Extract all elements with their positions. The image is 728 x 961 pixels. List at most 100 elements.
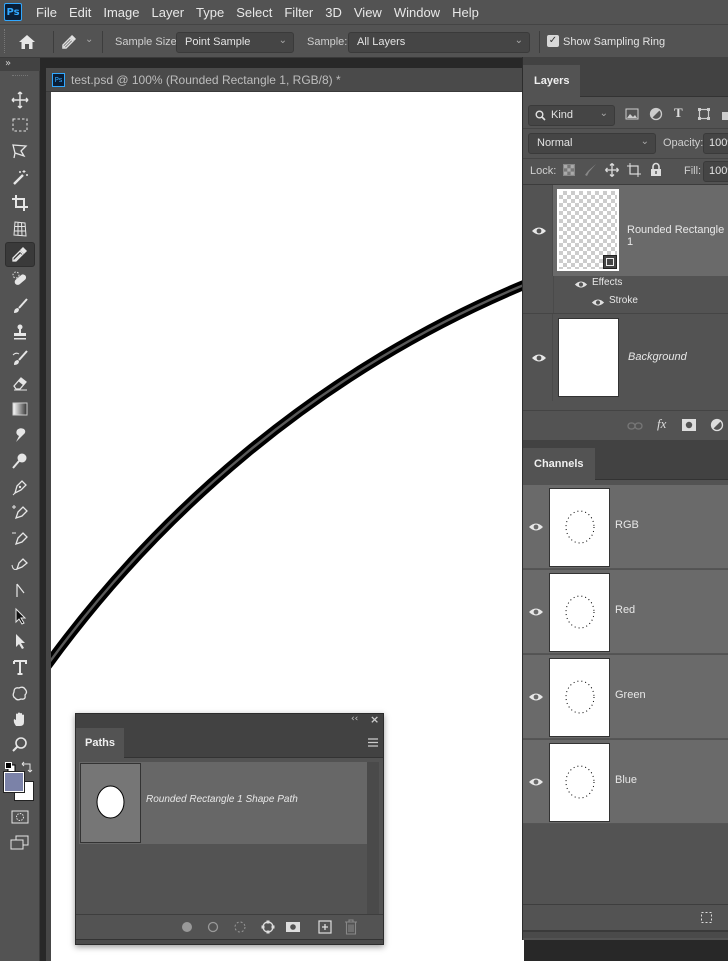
tool-perspective-crop[interactable] — [5, 216, 35, 241]
sample-size-select[interactable]: Point Sample ⌄ — [176, 32, 294, 53]
home-button[interactable] — [17, 33, 37, 54]
tool-brush[interactable] — [5, 293, 35, 318]
menu-edit[interactable]: Edit — [63, 5, 97, 20]
menu-image[interactable]: Image — [97, 5, 145, 20]
layer-row-background[interactable]: Background — [523, 314, 728, 401]
tool-move[interactable] — [5, 87, 35, 112]
tool-smudge[interactable] — [5, 422, 35, 447]
tool-magic-wand[interactable] — [5, 164, 35, 189]
tool-spot-healing-brush[interactable] — [5, 268, 35, 293]
tool-eyedropper[interactable] — [5, 241, 35, 267]
layer-effects-row[interactable]: Effects — [554, 276, 728, 294]
tab-layers[interactable]: Layers — [523, 65, 581, 97]
adjustment-icon[interactable] — [710, 418, 724, 432]
visibility-toggle[interactable] — [523, 314, 553, 401]
lock-position-icon[interactable] — [605, 163, 619, 177]
paths-panel-titlebar[interactable]: ‹‹ × — [76, 713, 383, 728]
document-tab[interactable]: Ps test.psd @ 100% (Rounded Rectangle 1,… — [46, 68, 524, 92]
path-name[interactable]: Rounded Rectangle 1 Shape Path — [146, 794, 298, 805]
tool-crop[interactable] — [5, 190, 35, 215]
eye-icon[interactable] — [528, 522, 544, 532]
path-row[interactable]: Rounded Rectangle 1 Shape Path — [79, 762, 367, 844]
stroke-path-icon[interactable] — [206, 920, 220, 934]
paths-scrollbar[interactable] — [367, 762, 379, 914]
channel-row-green[interactable]: Green — [523, 655, 728, 739]
tool-polygonal-lasso[interactable] — [5, 139, 35, 164]
tool-preset-picker[interactable]: ⌄ — [61, 32, 97, 52]
options-bar-grip[interactable] — [4, 29, 6, 53]
tool-rectangular-marquee[interactable] — [5, 113, 35, 138]
tool-eraser[interactable] — [5, 371, 35, 396]
make-work-path-icon[interactable] — [260, 919, 276, 935]
layer-row-rounded-rectangle-1[interactable]: Rounded Rectangle 1 — [523, 185, 728, 276]
menu-view[interactable]: View — [348, 5, 388, 20]
quick-mask-icon[interactable] — [11, 810, 29, 824]
tool-pen[interactable] — [5, 474, 35, 499]
eye-icon[interactable] — [528, 692, 544, 702]
tool-dodge[interactable] — [5, 448, 35, 473]
tool-add-anchor-point[interactable] — [5, 500, 35, 525]
layer-name[interactable]: Background — [628, 351, 687, 363]
tool-direct-selection[interactable] — [5, 629, 35, 654]
tab-paths[interactable]: Paths — [76, 728, 124, 758]
menu-filter[interactable]: Filter — [278, 5, 319, 20]
load-path-as-selection-icon[interactable] — [233, 920, 247, 934]
visibility-toggle[interactable] — [523, 185, 553, 276]
fill-input[interactable]: 100% — [703, 161, 728, 182]
menu-window[interactable]: Window — [388, 5, 446, 20]
layer-name[interactable]: Rounded Rectangle 1 — [627, 224, 728, 248]
eye-icon[interactable] — [528, 777, 544, 787]
fill-path-icon[interactable] — [180, 920, 194, 934]
menu-type[interactable]: Type — [190, 5, 230, 20]
layer-filter-select[interactable]: Kind ⌄ — [528, 105, 615, 126]
toolbar-grip[interactable] — [12, 75, 28, 78]
channel-row-rgb[interactable]: RGB — [523, 485, 728, 569]
eye-icon[interactable] — [574, 280, 588, 289]
sample-select[interactable]: All Layers ⌄ — [348, 32, 530, 53]
tool-hand[interactable] — [5, 706, 35, 731]
collapse-panel-icon[interactable]: ‹‹ — [351, 714, 358, 724]
tool-curvature-pen[interactable] — [5, 551, 35, 576]
channel-row-red[interactable]: Red — [523, 570, 728, 654]
channel-row-blue[interactable]: Blue — [523, 740, 728, 824]
menu-help[interactable]: Help — [446, 5, 485, 20]
tool-clone-stamp[interactable] — [5, 319, 35, 344]
adjustment-layer-filter-icon[interactable] — [649, 107, 663, 121]
load-selection-icon[interactable] — [701, 912, 712, 923]
tool-custom-shape[interactable] — [5, 680, 35, 705]
blend-mode-select[interactable]: Normal ⌄ — [528, 133, 656, 154]
delete-path-icon[interactable] — [344, 919, 358, 935]
menu-select[interactable]: Select — [230, 5, 278, 20]
collapse-toolbar-button[interactable]: » — [0, 58, 40, 71]
close-icon[interactable]: × — [370, 713, 379, 726]
tool-path-selection[interactable] — [5, 603, 35, 628]
tool-type[interactable] — [5, 655, 35, 680]
shape-layer-filter-icon[interactable] — [697, 107, 711, 121]
screen-mode-icon[interactable] — [10, 835, 30, 851]
add-mask-icon[interactable] — [286, 920, 300, 934]
foreground-color-swatch[interactable] — [3, 770, 25, 793]
tab-channels[interactable]: Channels — [523, 448, 595, 480]
tool-zoom[interactable] — [5, 732, 35, 757]
panel-menu-icon[interactable] — [368, 738, 378, 747]
menu-file[interactable]: File — [30, 5, 63, 20]
new-path-icon[interactable] — [318, 920, 332, 934]
menu-layer[interactable]: Layer — [146, 5, 191, 20]
smart-object-filter-icon[interactable] — [721, 107, 728, 121]
lock-transparent-pixels-icon[interactable] — [563, 164, 575, 176]
tool-convert-point[interactable] — [5, 577, 35, 602]
mask-icon[interactable] — [682, 419, 696, 431]
opacity-input[interactable]: 100% — [703, 133, 728, 154]
lock-all-icon[interactable] — [650, 162, 662, 177]
tool-delete-anchor-point[interactable] — [5, 526, 35, 551]
tool-gradient[interactable] — [5, 397, 35, 422]
type-layer-filter-icon[interactable]: T — [674, 105, 683, 121]
layer-effect-stroke-row[interactable]: Stroke — [554, 294, 728, 312]
lock-artboard-icon[interactable] — [627, 163, 641, 177]
pixel-layer-filter-icon[interactable] — [625, 108, 639, 120]
fx-icon[interactable]: fx — [657, 416, 666, 432]
tool-history-brush[interactable] — [5, 345, 35, 370]
lock-image-pixels-icon[interactable] — [584, 163, 597, 177]
link-icon[interactable] — [627, 421, 643, 431]
eye-icon[interactable] — [591, 298, 605, 307]
